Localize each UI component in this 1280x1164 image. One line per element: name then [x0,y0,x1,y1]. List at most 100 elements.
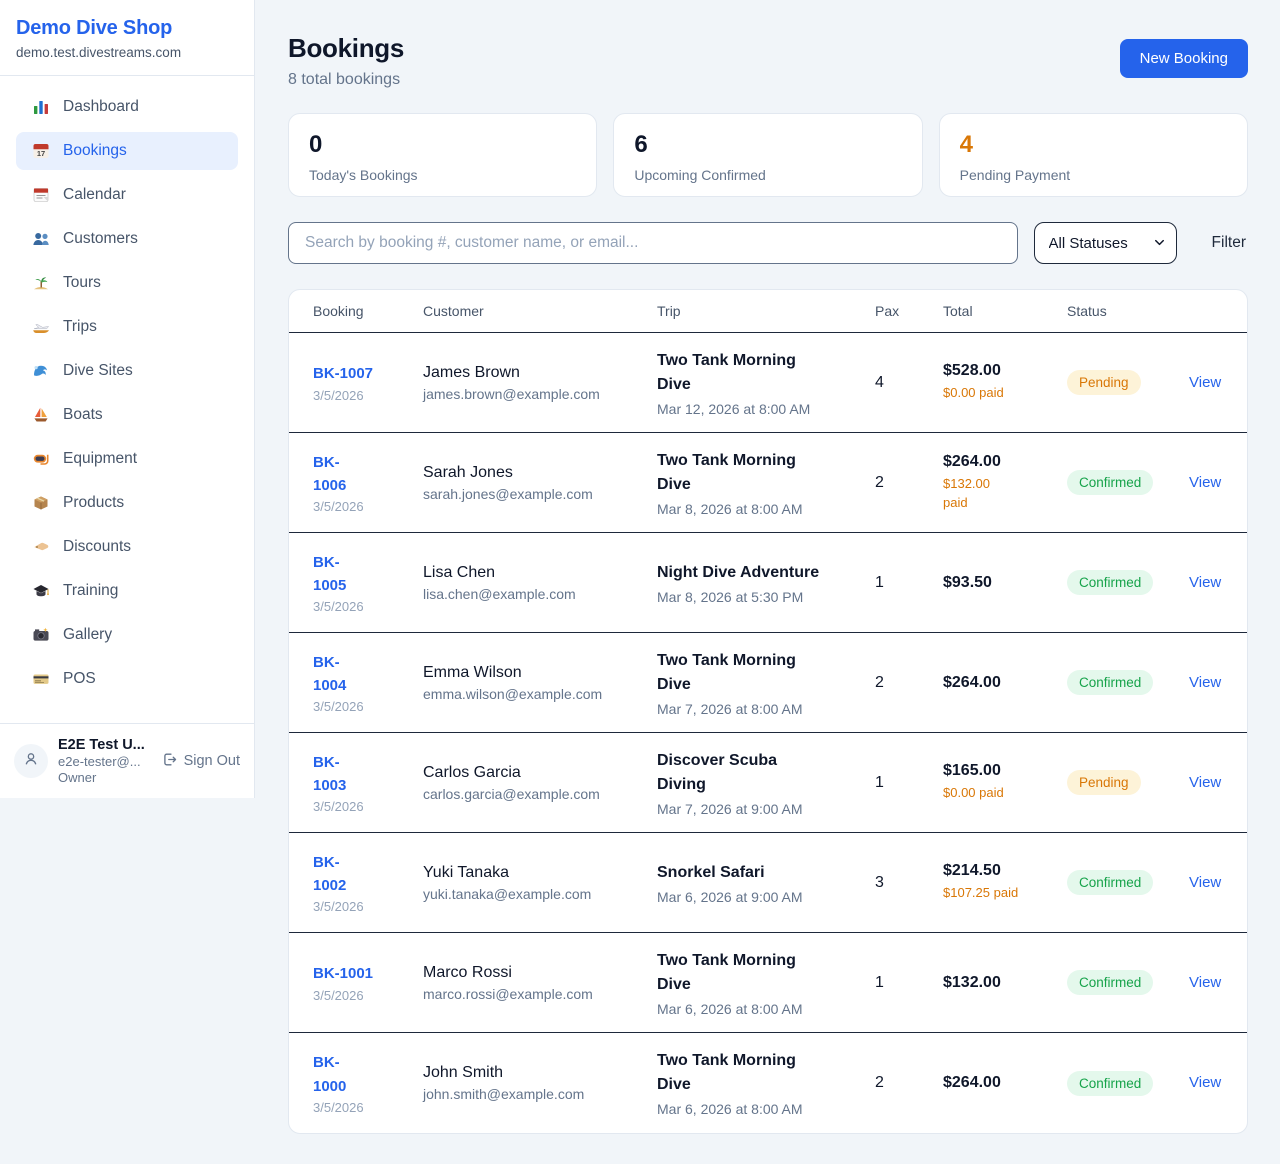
status-select[interactable]: All Statuses [1034,222,1177,264]
sidebar-item-trips[interactable]: Trips [16,308,238,346]
view-link[interactable]: View [1189,774,1221,791]
sign-out-label: Sign Out [184,753,240,769]
table-row: BK-1007 3/5/2026 James Brown james.brown… [289,333,1247,433]
sidebar-item-tours[interactable]: Tours [16,264,238,302]
sidebar-item-equipment[interactable]: Equipment [16,440,238,478]
view-link[interactable]: View [1189,374,1221,391]
customer-name: Marco Rossi [423,964,657,982]
booking-id-link[interactable]: BK- 1002 [313,851,346,898]
calendar-icon [32,186,50,204]
total-amount: $214.50 [943,862,1067,880]
booking-id-link[interactable]: BK- 1006 [313,451,346,498]
sidebar-item-dashboard[interactable]: Dashboard [16,88,238,126]
booking-date: 3/5/2026 [313,988,423,1003]
booking-id-link[interactable]: BK- 1004 [313,651,346,698]
paid-amount: $0.00 paid [943,784,1067,803]
filter-button[interactable]: Filter [1210,226,1248,260]
stat-label: Today's Bookings [309,167,576,183]
shop-domain: demo.test.divestreams.com [16,45,238,60]
booking-id-link[interactable]: BK-1007 [313,362,373,385]
table-row: BK- 1000 3/5/2026 John Smith john.smith@… [289,1033,1247,1133]
sidebar-item-label: Discounts [63,538,131,556]
sidebar: Demo Dive Shop demo.test.divestreams.com… [0,0,255,798]
sidebar-item-dive-sites[interactable]: Dive Sites [16,352,238,390]
customer-name: John Smith [423,1064,657,1082]
status-filter-select[interactable]: All Statuses [1034,222,1177,264]
total-amount: $264.00 [943,453,1067,471]
total-bookings-subtitle: 8 total bookings [288,71,404,89]
sign-out-button[interactable]: Sign Out [161,751,240,772]
total-amount: $528.00 [943,362,1067,380]
page-header: Bookings 8 total bookings New Booking [288,33,1248,89]
col-total: Total [943,303,1067,319]
sidebar-item-discounts[interactable]: Discounts [16,528,238,566]
trip-datetime: Mar 12, 2026 at 8:00 AM [657,401,875,417]
pax-count: 1 [875,574,943,592]
sidebar-item-pos[interactable]: POS [16,660,238,698]
stat-value: 0 [309,131,576,159]
booking-date: 3/5/2026 [313,499,423,514]
credit-card-icon [32,670,50,688]
sidebar-item-label: Training [63,582,118,600]
booking-date: 3/5/2026 [313,899,423,914]
user-role: Owner [58,770,151,785]
user-email: e2e-tester@... [58,754,151,769]
sidebar-item-bookings[interactable]: 17 Bookings [16,132,238,170]
trip-name: Two Tank Morning Dive [657,1049,875,1097]
total-amount: $165.00 [943,762,1067,780]
person-icon [21,749,41,774]
view-link[interactable]: View [1189,474,1221,491]
view-link[interactable]: View [1189,974,1221,991]
view-link[interactable]: View [1189,674,1221,691]
view-link[interactable]: View [1189,874,1221,891]
sidebar-item-label: POS [63,670,96,688]
booking-id-link[interactable]: BK- 1000 [313,1051,346,1098]
customer-name: Yuki Tanaka [423,864,657,882]
sidebar-item-training[interactable]: Training [16,572,238,610]
calendar-date-icon: 17 [32,142,50,160]
sidebar-item-boats[interactable]: Boats [16,396,238,434]
sidebar-item-label: Boats [63,406,103,424]
new-booking-button[interactable]: New Booking [1120,39,1248,78]
table-row: BK- 1006 3/5/2026 Sarah Jones sarah.jone… [289,433,1247,533]
sidebar-item-products[interactable]: Products [16,484,238,522]
sign-out-icon [161,751,178,772]
pax-count: 1 [875,974,943,992]
bookings-table: Booking Customer Trip Pax Total Status B… [288,289,1248,1134]
graduation-cap-icon [32,582,50,600]
table-row: BK- 1002 3/5/2026 Yuki Tanaka yuki.tanak… [289,833,1247,933]
status-badge: Confirmed [1067,970,1153,995]
camera-icon [32,626,50,644]
view-link[interactable]: View [1189,1074,1221,1091]
booking-id-link[interactable]: BK- 1003 [313,751,346,798]
booking-date: 3/5/2026 [313,699,423,714]
customer-email: marco.rossi@example.com [423,986,657,1002]
status-badge: Pending [1067,370,1141,395]
trip-name: Two Tank Morning Dive [657,449,875,497]
table-row: BK- 1004 3/5/2026 Emma Wilson emma.wilso… [289,633,1247,733]
view-link[interactable]: View [1189,574,1221,591]
stat-card: 4 Pending Payment [939,113,1248,197]
col-customer: Customer [423,303,657,319]
wave-icon [32,362,50,380]
trip-datetime: Mar 6, 2026 at 8:00 AM [657,1101,875,1117]
status-badge: Confirmed [1067,570,1153,595]
sidebar-item-gallery[interactable]: Gallery [16,616,238,654]
search-input[interactable] [288,222,1018,264]
stat-cards: 0 Today's Bookings 6 Upcoming Confirmed … [288,113,1248,197]
sidebar-nav: Dashboard 17 Bookings Calendar Customers… [0,76,254,704]
booking-id-link[interactable]: BK- 1005 [313,551,346,598]
user-footer: E2E Test U... e2e-tester@... Owner Sign … [0,723,254,798]
sidebar-item-label: Tours [63,274,101,292]
customer-name: Carlos Garcia [423,764,657,782]
booking-id-link[interactable]: BK-1001 [313,962,373,985]
trip-datetime: Mar 6, 2026 at 8:00 AM [657,1001,875,1017]
booking-date: 3/5/2026 [313,1100,423,1115]
pax-count: 1 [875,774,943,792]
bar-chart-icon [32,98,50,116]
sidebar-item-customers[interactable]: Customers [16,220,238,258]
trip-name: Night Dive Adventure [657,561,875,585]
col-trip: Trip [657,303,875,319]
trip-name: Two Tank Morning Dive [657,349,875,397]
sidebar-item-calendar[interactable]: Calendar [16,176,238,214]
